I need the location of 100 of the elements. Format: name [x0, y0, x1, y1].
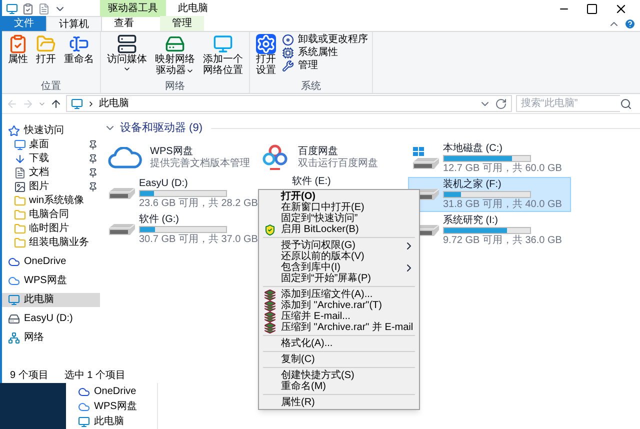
menu-item[interactable]: 固定到“开始”屏幕(P) [259, 273, 419, 284]
drive-name: EasyU (D:) [139, 178, 188, 188]
caret-icon [123, 65, 131, 73]
refresh-icon[interactable] [495, 98, 507, 110]
folder-icon [14, 195, 26, 207]
computer-icon [71, 98, 83, 110]
nav-item[interactable]: 快速访问 [2, 124, 100, 138]
ribbon-tab[interactable]: 管理 [160, 16, 204, 31]
nav-item[interactable]: 此电脑 [2, 293, 100, 307]
menu-item[interactable]: 包含到库中(I) [259, 262, 419, 273]
menu-item[interactable]: 压缩并 E-mail... [259, 311, 419, 322]
baidu-cloud-logo [260, 144, 290, 172]
search-icon[interactable] [620, 98, 632, 110]
properties-icon[interactable] [22, 2, 34, 14]
menu-item[interactable]: 添加到 "Archive.rar"(T) [259, 300, 419, 311]
ribbon-small-button[interactable]: 卸载或更改程序 [282, 34, 368, 46]
shield-icon [264, 224, 276, 236]
drive-name: 装机之家 (F:) [443, 178, 502, 190]
nav-item[interactable]: WPS网盘 [2, 274, 100, 288]
ribbon-small-button[interactable]: 系统属性 [282, 47, 368, 59]
folder-icon [14, 223, 26, 235]
archive-icon [264, 300, 276, 312]
drive-tile[interactable]: 本地磁盘 (C:) 12.7 GB 可用，共 60.0 GB [408, 140, 571, 176]
nav-item[interactable]: 临时图片 [2, 222, 100, 236]
drive-icon [109, 188, 135, 198]
ribbon-group-label: 网络 [164, 81, 186, 93]
drive-space-text: 30.7 GB 可用，共 37.0 GB [139, 234, 258, 244]
picture-icon [14, 181, 26, 193]
nav-item[interactable]: 图片 [2, 180, 100, 194]
ribbon-button[interactable]: 打开 设置 [254, 34, 278, 81]
menu-item[interactable]: 重命名(M) [259, 381, 419, 392]
menu-item[interactable]: 添加到压缩文件(A)... [259, 289, 419, 300]
network-icon [8, 332, 20, 344]
drive-name: 系统研究 (I:) [443, 214, 498, 226]
menu-item[interactable]: 压缩到 "Archive.rar" 并 E-mail [259, 322, 419, 333]
drive-name: 百度网盘 [298, 146, 339, 158]
nav-item[interactable]: 组装电脑业务 [2, 236, 100, 250]
ribbon-tab[interactable]: 查看 [102, 16, 146, 31]
nav-item[interactable]: EasyU (D:) [2, 312, 100, 326]
breadcrumb[interactable]: 此电脑 [99, 96, 129, 111]
rename-icon [69, 34, 89, 54]
pin-icon [88, 140, 98, 150]
ribbon-button[interactable]: 访问媒体 [105, 34, 149, 81]
manage-icon [282, 60, 294, 72]
ribbon-button[interactable]: 添加一个 网络位置 [201, 34, 245, 81]
menu-item[interactable]: 还原以前的版本(V) [259, 251, 419, 262]
ribbon-group-label: 位置 [40, 81, 62, 93]
ribbon-tab[interactable]: 计算机 [46, 16, 102, 31]
pin-icon [88, 154, 98, 164]
ribbon-group-label: 系统 [300, 81, 322, 93]
window-title: 此电脑 [178, 2, 208, 16]
drive-name: 软件 (G:) [139, 214, 179, 224]
menu-item[interactable]: 属性(R) [259, 397, 419, 408]
ribbon-small-button[interactable]: 管理 [282, 60, 368, 72]
section-header: 设备和驱动器 (9) [120, 121, 202, 136]
ribbon-button[interactable]: 重命名 [62, 34, 96, 81]
drive-space-text: 12.7 GB 可用，共 60.0 GB [443, 162, 562, 174]
download-icon [14, 153, 26, 165]
nav-item[interactable]: 下载 [2, 152, 100, 166]
drive-space-text: 31.8 GB 可用，共 40.0 GB [443, 198, 562, 210]
drive-name: 软件 (E:) [292, 176, 331, 188]
nav-item[interactable]: 文档 [2, 166, 100, 180]
ribbon-button[interactable]: 打开 [34, 34, 58, 81]
drive-tile[interactable]: 装机之家 (F:) 31.8 GB 可用，共 40.0 GB [408, 176, 571, 212]
maximize-button[interactable] [586, 2, 598, 14]
menu-item[interactable]: 创建快捷方式(S) [259, 370, 419, 381]
archive-icon [264, 288, 276, 300]
media-server-icon [117, 34, 137, 54]
document-icon [14, 167, 26, 179]
drive-icon [109, 224, 135, 234]
item-count: 9 个项目 [10, 369, 48, 383]
drive-name: WPS网盘 [150, 146, 194, 158]
up-button[interactable] [50, 98, 62, 110]
cloud-icon [78, 386, 90, 398]
computer-icon [8, 294, 20, 306]
archive-icon [264, 322, 276, 334]
folder-icon [36, 34, 56, 54]
ribbon-tab[interactable]: 文件 [2, 16, 46, 31]
nav-item[interactable]: 电脑合同 [2, 208, 100, 222]
ribbon-button[interactable]: 属性 [6, 34, 30, 81]
folder-icon [14, 237, 26, 249]
windows-drive-icon [413, 147, 439, 169]
contextual-tab-header: 驱动器工具 [100, 0, 166, 17]
drive-description: 双击运行百度网盘 [298, 158, 378, 170]
archive-icon [264, 310, 276, 322]
ribbon-button[interactable]: 映射网络 驱动器 [153, 34, 197, 81]
address-field[interactable]: 此电脑 [66, 95, 512, 112]
nav-item[interactable]: win系统镜像 [2, 194, 100, 208]
desktop-icon [14, 139, 26, 151]
network-location-icon [213, 34, 233, 54]
help-icon[interactable] [624, 18, 636, 30]
computer-icon [78, 416, 90, 428]
nav-item[interactable]: OneDrive [2, 255, 100, 269]
cloud-icon [8, 256, 20, 268]
cloud-icon [8, 275, 20, 287]
nav-item[interactable]: 网络 [2, 331, 100, 345]
menu-item[interactable]: 格式化(A)... [259, 338, 419, 349]
search-field[interactable]: 搜索“此电脑” [516, 95, 620, 112]
nav-item[interactable]: 桌面 [2, 138, 100, 152]
menu-item[interactable]: 复制(C) [259, 354, 419, 365]
